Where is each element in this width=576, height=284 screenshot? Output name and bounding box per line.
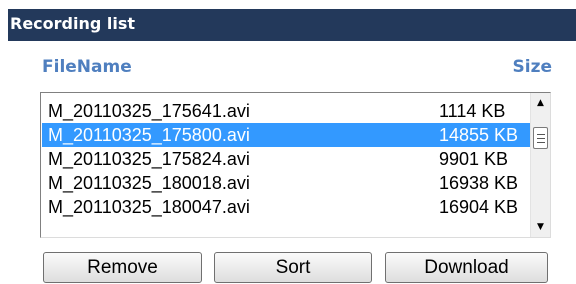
- recording-list-header: Recording list: [8, 9, 576, 41]
- file-size: 16904 KB: [439, 197, 519, 217]
- file-size: 14855 KB: [439, 125, 519, 145]
- file-name: M_20110325_180018.avi: [48, 173, 250, 193]
- file-name: M_20110325_175641.avi: [48, 101, 250, 121]
- thumb-grip-line: [537, 134, 545, 135]
- thumb-grip-line: [537, 142, 545, 143]
- file-size: 1114 KB: [439, 101, 506, 121]
- file-size: 16938 KB: [439, 173, 519, 193]
- file-rows: M_20110325_175641.avi 1114 KB M_20110325_1…: [42, 99, 530, 219]
- list-item[interactable]: M_20110325_180018.avi 16938 KB: [42, 171, 530, 195]
- file-size: 9901 KB: [439, 149, 509, 169]
- panel-title: Recording list: [10, 14, 136, 33]
- scroll-up-arrow-icon[interactable]: ▲: [531, 94, 550, 112]
- list-item[interactable]: M_20110325_180047.avi 16904 KB: [42, 195, 530, 219]
- file-name: M_20110325_175824.avi: [48, 149, 250, 169]
- column-header-filename: FileName: [42, 57, 132, 77]
- recording-listbox[interactable]: M_20110325_175641.avi 1114 KB M_20110325_1…: [40, 92, 551, 238]
- file-name: M_20110325_175800.avi: [48, 125, 250, 145]
- download-button[interactable]: Download: [385, 252, 548, 283]
- vertical-scrollbar[interactable]: ▲ ▼: [530, 93, 550, 237]
- scroll-down-arrow-icon[interactable]: ▼: [531, 218, 550, 236]
- sort-button[interactable]: Sort: [214, 252, 372, 283]
- remove-button[interactable]: Remove: [43, 252, 202, 283]
- list-item[interactable]: M_20110325_175641.avi 1114 KB: [42, 99, 530, 123]
- scroll-thumb[interactable]: [533, 127, 548, 149]
- file-name: M_20110325_180047.avi: [48, 197, 250, 217]
- list-item[interactable]: M_20110325_175800.avi 14855 KB: [42, 123, 530, 147]
- list-item[interactable]: M_20110325_175824.avi 9901 KB: [42, 147, 530, 171]
- thumb-grip-line: [537, 138, 545, 139]
- column-header-size: Size: [512, 57, 553, 77]
